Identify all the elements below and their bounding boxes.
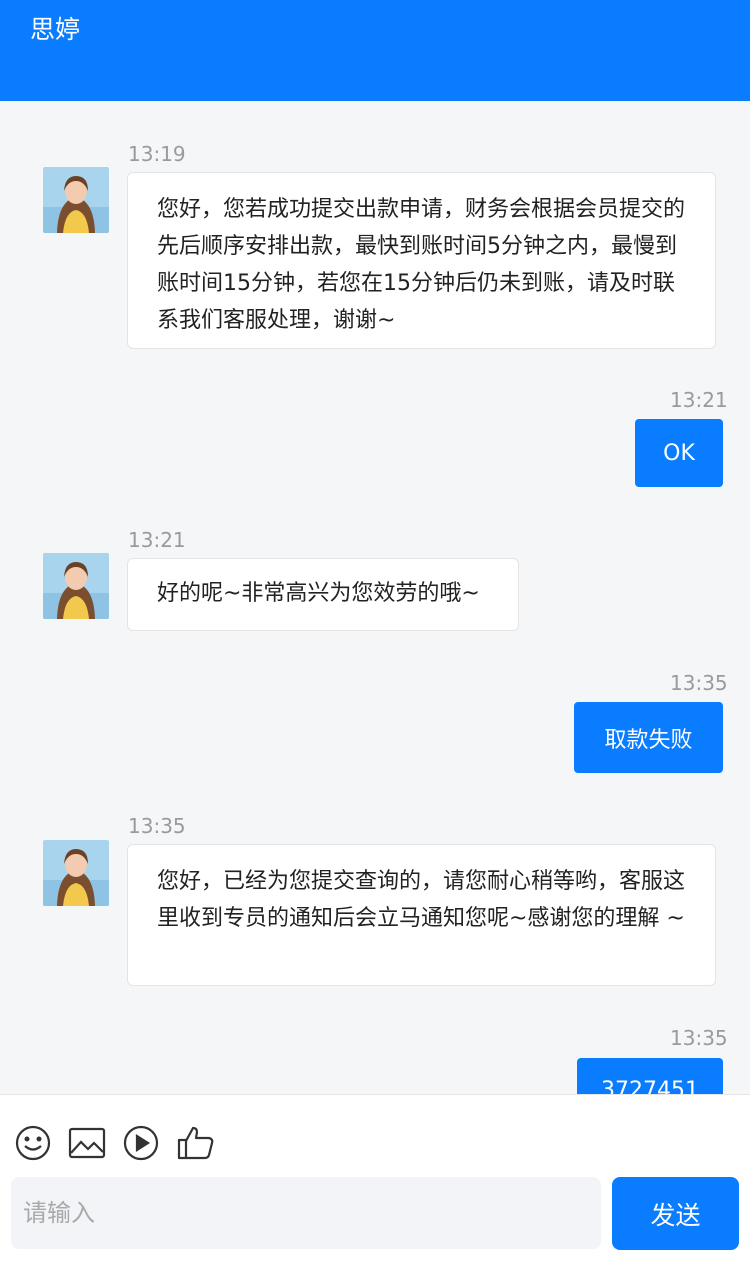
message-timestamp: 13:19 xyxy=(128,142,186,166)
video-icon[interactable] xyxy=(121,1123,161,1163)
message-timestamp: 13:35 xyxy=(128,814,186,838)
agent-avatar xyxy=(43,840,109,906)
message-list[interactable]: 13:19 您好，您若成功提交出款申请，财务会根据会员提交的先后顺序安排出款，最… xyxy=(0,101,750,1094)
message-timestamp: 13:35 xyxy=(670,1026,728,1050)
incoming-message: 好的呢~非常高兴为您效劳的哦~ xyxy=(127,558,519,631)
outgoing-message: 取款失败 xyxy=(574,702,723,773)
message-timestamp: 13:21 xyxy=(128,528,186,552)
incoming-message: 您好，您若成功提交出款申请，财务会根据会员提交的先后顺序安排出款，最快到账时间5… xyxy=(127,172,716,349)
agent-avatar xyxy=(43,553,109,619)
contact-name: 思婷 xyxy=(30,15,81,44)
chat-header: 思婷 xyxy=(0,0,750,101)
send-button[interactable]: 发送 xyxy=(612,1177,739,1250)
message-timestamp: 13:21 xyxy=(670,388,728,412)
image-icon[interactable] xyxy=(67,1123,107,1163)
message-input[interactable] xyxy=(11,1177,601,1249)
agent-avatar xyxy=(43,167,109,233)
emoji-icon[interactable] xyxy=(13,1123,53,1163)
chat-input-bar: 发送 xyxy=(0,1094,750,1280)
message-timestamp: 13:35 xyxy=(670,671,728,695)
thumbs-up-icon[interactable] xyxy=(176,1123,216,1163)
incoming-message: 您好，已经为您提交查询的，请您耐心稍等哟，客服这里收到专员的通知后会立马通知您呢… xyxy=(127,844,716,986)
outgoing-message: 3727451 xyxy=(577,1058,723,1094)
outgoing-message: OK xyxy=(635,419,723,487)
